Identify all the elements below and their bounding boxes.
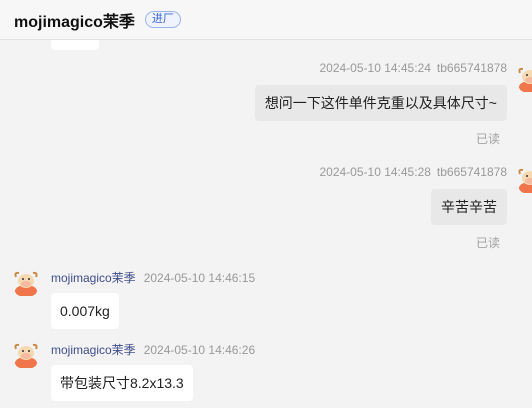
message-sender: tb665741878 — [436, 61, 507, 75]
message-list[interactable]: 2024-05-10 14:45:24 tb665741878 想问一下这件单件克… — [0, 40, 532, 408]
message-meta: mojimagico茉季 2024-05-10 14:46:26 — [51, 341, 255, 358]
message-meta: 2024-05-10 14:45:24 tb665741878 — [319, 61, 507, 75]
customer-avatar-icon[interactable] — [516, 165, 532, 193]
status-badge[interactable]: 进厂 — [144, 11, 181, 28]
message-bubble[interactable]: 想问一下这件单件克重以及具体尺寸~ — [254, 85, 507, 121]
message-time: 2024-05-10 14:45:28 — [319, 165, 431, 179]
message-meta: mojimagico茉季 2024-05-10 14:46:15 — [51, 269, 255, 286]
message-time: 2024-05-10 14:46:26 — [143, 343, 256, 357]
previous-message-bubble — [51, 40, 99, 50]
read-status: 已读 — [475, 132, 500, 146]
customer-avatar-icon[interactable] — [516, 64, 532, 92]
chat-title: mojimagico茉季 — [14, 13, 135, 31]
message-sender: tb665741878 — [436, 165, 507, 179]
message-bubble[interactable]: 带包装尺寸8.2x13.3 — [51, 365, 193, 401]
message-sender[interactable]: mojimagico茉季 — [51, 343, 136, 357]
read-status: 已读 — [475, 236, 500, 250]
message-meta: 2024-05-10 14:45:28 tb665741878 — [319, 165, 507, 179]
message-bubble[interactable]: 辛苦辛苦 — [431, 189, 507, 225]
message-bubble[interactable]: 0.007kg — [51, 293, 119, 329]
shop-avatar-icon[interactable] — [12, 340, 40, 368]
message-sender[interactable]: mojimagico茉季 — [51, 271, 136, 285]
shop-avatar-icon[interactable] — [12, 268, 40, 296]
message-time: 2024-05-10 14:46:15 — [143, 271, 256, 285]
chat-header: mojimagico茉季 进厂 — [0, 0, 532, 40]
message-time: 2024-05-10 14:45:24 — [319, 61, 431, 75]
